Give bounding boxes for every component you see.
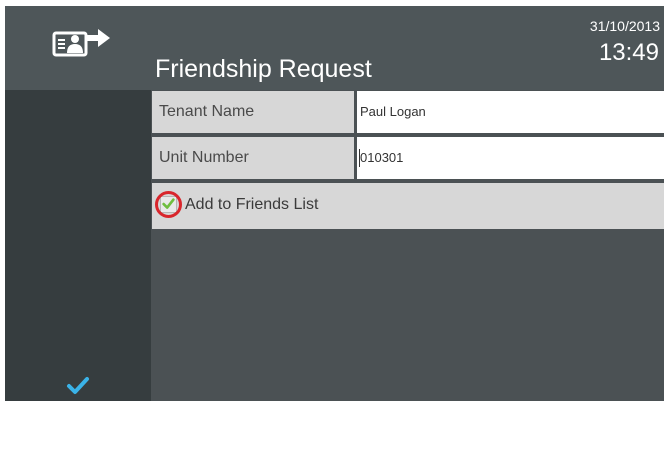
tenant-name-row: Tenant Name Paul Logan [152, 91, 664, 133]
unit-number-field[interactable]: 010301 [357, 137, 664, 179]
checkmark-icon[interactable] [63, 374, 93, 398]
add-to-friends-label: Add to Friends List [185, 196, 319, 213]
highlight-circle [155, 191, 182, 218]
tenant-name-field[interactable]: Paul Logan [357, 91, 664, 133]
date-display: 31/10/2013 [589, 18, 660, 34]
time-display: 13:49 [598, 39, 659, 66]
back-arrow-icon[interactable] [63, 438, 93, 460]
unit-number-row: Unit Number 010301 [152, 137, 664, 179]
tenant-directory-icon [52, 29, 110, 57]
sidebar [5, 90, 151, 457]
tenant-name-value: Paul Logan [360, 104, 426, 119]
tenant-name-label-cell: Tenant Name [152, 91, 354, 133]
tenant-name-label: Tenant Name [159, 103, 255, 120]
page-title: Friendship Request [155, 55, 372, 83]
unit-number-value: 010301 [360, 150, 404, 165]
unit-number-label-cell: Unit Number [152, 137, 354, 179]
add-to-friends-row[interactable]: Add to Friends List [152, 183, 664, 229]
intercom-screen: Friendship Request 31/10/2013 13:49 Tena… [5, 6, 664, 457]
unit-number-label: Unit Number [159, 149, 249, 166]
header-bar: Friendship Request 31/10/2013 13:49 [5, 6, 664, 90]
